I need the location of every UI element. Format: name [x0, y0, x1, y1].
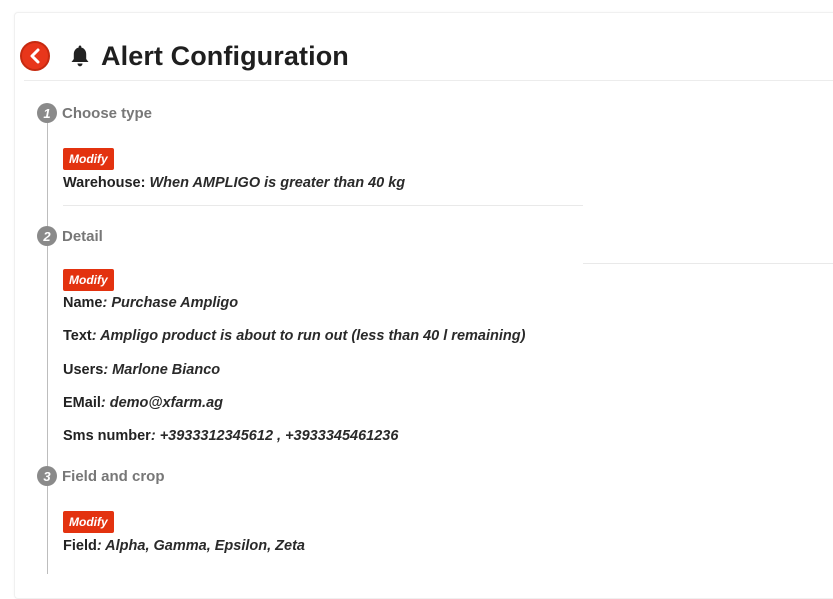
- warehouse-label: Warehouse:: [63, 175, 146, 191]
- step-2-header: 2 Detail: [37, 226, 103, 246]
- email-line: EMail: demo@xfarm.ag: [63, 395, 223, 411]
- step-3-modify-button[interactable]: Modify: [63, 511, 114, 533]
- sms-label: Sms number: [63, 428, 151, 444]
- step-3-number: 3: [37, 466, 57, 486]
- name-value: : Purchase Ampligo: [102, 295, 239, 311]
- step-2-divider: [583, 263, 833, 264]
- step-3-header: 3 Field and crop: [37, 466, 165, 486]
- users-value: : Marlone Bianco: [103, 362, 221, 378]
- chevron-left-icon: [30, 48, 40, 64]
- step-1-modify-button[interactable]: Modify: [63, 148, 114, 170]
- back-button[interactable]: [20, 41, 50, 71]
- field-value: : Alpha, Gamma, Epsilon, Zeta: [96, 538, 305, 554]
- field-line: Field: Alpha, Gamma, Epsilon, Zeta: [63, 538, 305, 554]
- step-2-modify-button[interactable]: Modify: [63, 269, 114, 291]
- step-3-title: Field and crop: [62, 467, 165, 485]
- step-1-number: 1: [37, 103, 57, 123]
- page-header: Alert Configuration: [20, 36, 349, 76]
- users-line: Users: Marlone Bianco: [63, 362, 220, 378]
- step-2-number: 2: [37, 226, 57, 246]
- header-divider: [24, 80, 833, 81]
- users-label: Users: [63, 362, 104, 378]
- text-line: Text: Ampligo product is about to run ou…: [63, 328, 525, 344]
- step-2-title: Detail: [62, 227, 103, 245]
- sms-value: : +3933312345612 , +3933345461236: [150, 428, 399, 444]
- email-label: EMail: [63, 395, 101, 411]
- text-value: : Ampligo product is about to run out (l…: [91, 328, 526, 344]
- steps-timeline: [47, 112, 48, 574]
- page-title: Alert Configuration: [101, 40, 349, 71]
- step-1-header: 1 Choose type: [37, 103, 152, 123]
- name-line: Name: Purchase Ampligo: [63, 295, 238, 311]
- warehouse-line: Warehouse: When AMPLIGO is greater than …: [63, 175, 405, 191]
- field-label: Field: [63, 538, 97, 554]
- email-value: : demo@xfarm.ag: [100, 395, 223, 411]
- name-label: Name: [63, 295, 103, 311]
- sms-line: Sms number: +3933312345612 , +3933345461…: [63, 428, 398, 444]
- step-1-title: Choose type: [62, 104, 153, 122]
- text-label: Text: [63, 328, 92, 344]
- bell-icon: [70, 43, 90, 69]
- step-1-divider: [63, 205, 583, 206]
- warehouse-value: When AMPLIGO is greater than 40 kg: [149, 175, 406, 191]
